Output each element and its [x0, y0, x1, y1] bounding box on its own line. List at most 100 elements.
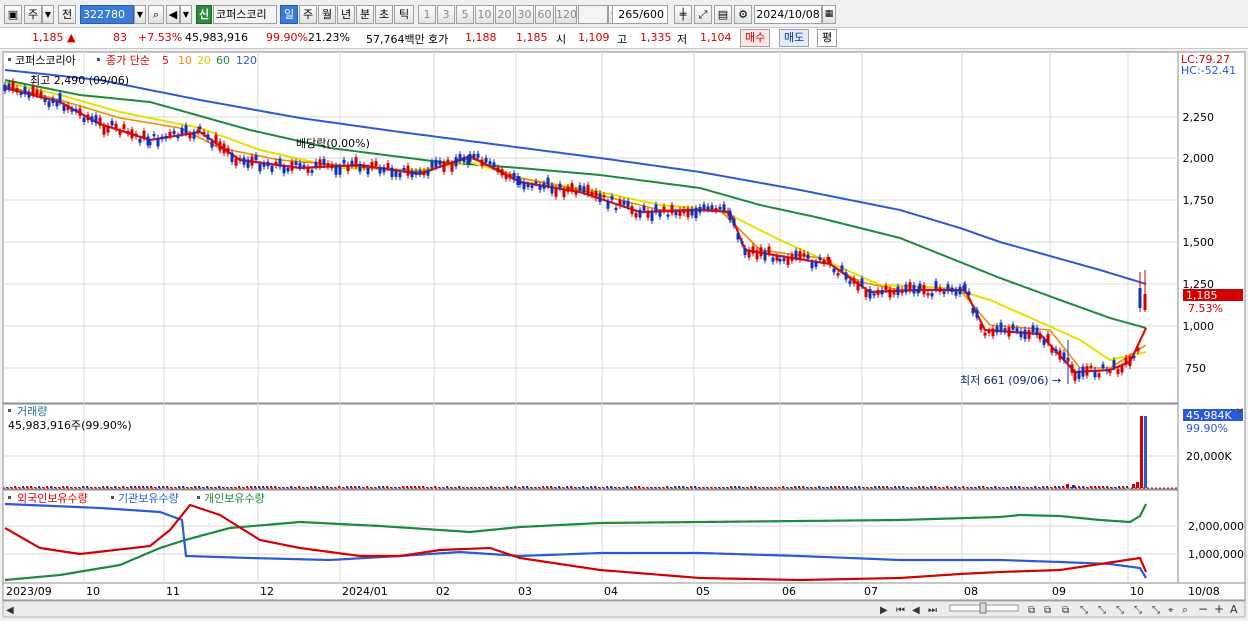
sell-button[interactable]: 매도: [779, 29, 810, 47]
interval-3[interactable]: 3: [437, 5, 455, 24]
auto-scale-icon[interactable]: A: [1230, 603, 1238, 616]
panel-close-icon[interactable]: ✕: [1236, 407, 1244, 417]
stock-chart[interactable]: 코퍼스코리아 종가 단순 5 10 20 60 120 최고 2,490 (09…: [0, 50, 1248, 621]
indicator-icon[interactable]: ⧉: [1062, 605, 1069, 616]
date-field[interactable]: 2024/10/08: [754, 5, 822, 24]
interval-5[interactable]: 5: [456, 5, 474, 24]
candle-body: [876, 290, 880, 295]
volume-bar: [586, 487, 588, 488]
volume-bar: [210, 487, 212, 488]
period-tab-month[interactable]: 월: [318, 5, 336, 24]
candle-body: [290, 161, 294, 171]
stock-name-field[interactable]: 코퍼스코리: [213, 5, 277, 24]
scroll-start-icon[interactable]: ⏮: [896, 605, 905, 616]
scroll-end-icon[interactable]: ⏭: [928, 605, 937, 616]
draw-tool-icon[interactable]: ⧉: [1044, 605, 1051, 616]
interval-20[interactable]: 20: [495, 5, 514, 24]
volume-bar: [1098, 486, 1100, 488]
interval-60[interactable]: 60: [535, 5, 554, 24]
legend-bullet: [8, 409, 11, 412]
candle-body: [918, 283, 922, 290]
chart-type-icon[interactable]: ⧉: [1028, 605, 1035, 616]
interval-60-label: 60: [537, 8, 552, 21]
interval-custom-input[interactable]: [578, 5, 608, 24]
data-count-field[interactable]: 265/600: [612, 5, 668, 24]
trendline-icon-5[interactable]: ⤡: [1152, 605, 1160, 616]
period-type-select[interactable]: 주: [24, 5, 42, 24]
candle-body: [196, 129, 200, 133]
zoom-in-icon[interactable]: +: [1214, 602, 1224, 616]
candle-body: [168, 131, 172, 137]
trendline-icon[interactable]: ⤡: [1080, 605, 1088, 616]
evaluate-button[interactable]: 평: [817, 29, 838, 47]
volume-bar: [614, 487, 616, 488]
volume-bar: [530, 487, 532, 488]
candle-body: [814, 261, 818, 267]
candle-body: [550, 185, 554, 194]
window-menu-icon[interactable]: ▣: [4, 5, 22, 24]
volume-bar: [202, 487, 204, 488]
period-tab-week[interactable]: 주: [299, 5, 317, 24]
chart-area[interactable]: 코퍼스코리아 종가 단순 5 10 20 60 120 최고 2,490 (09…: [0, 50, 1248, 621]
volume-bar: [274, 486, 276, 488]
gear-icon[interactable]: ⚙: [734, 5, 752, 24]
speaker-icon[interactable]: ◀: [166, 5, 180, 24]
volume-bar: [914, 487, 916, 488]
scrollbar[interactable]: [2, 600, 1246, 618]
period-tab-year[interactable]: 년: [337, 5, 355, 24]
save-icon[interactable]: ▤: [714, 5, 732, 24]
candle-body: [694, 208, 698, 218]
candle-body: [402, 167, 406, 171]
volume-bar: [494, 487, 496, 488]
period-tab-tick[interactable]: 틱: [394, 5, 414, 24]
zoom-icon[interactable]: ⌕: [1182, 603, 1188, 616]
volume-bar: [18, 487, 20, 488]
volume-bar: [642, 487, 644, 488]
volume-bar: [858, 486, 860, 488]
scroll-left-icon[interactable]: ◀: [6, 605, 14, 616]
volume-bar: [738, 486, 740, 488]
volume-bar: [326, 486, 328, 488]
scroll-right-icon[interactable]: ▶: [880, 605, 888, 616]
search-icon[interactable]: ⌕: [148, 5, 164, 24]
cross-icon[interactable]: ⌖: [1168, 605, 1174, 616]
stock-code-dropdown-icon[interactable]: ▼: [134, 5, 146, 24]
current-pct-tag: 7.53%: [1188, 302, 1223, 315]
trendline-icon-2[interactable]: ⤡: [1098, 605, 1106, 616]
zoom-slider-handle[interactable]: [979, 602, 987, 614]
interval-1[interactable]: 1: [418, 5, 436, 24]
period-tab-second[interactable]: 초: [375, 5, 393, 24]
volume-panel[interactable]: [2, 403, 1179, 490]
trendline-icon-3[interactable]: ⤡: [1116, 605, 1124, 616]
period-tab-minute[interactable]: 분: [356, 5, 374, 24]
legend-bullet: [111, 496, 114, 499]
prev-button[interactable]: 전: [58, 5, 76, 24]
volume-bar: [174, 487, 176, 488]
calendar-icon[interactable]: ▦: [822, 5, 836, 24]
zoom-out-icon[interactable]: −: [1198, 602, 1208, 616]
candle-body: [818, 257, 822, 261]
volume-bar: [650, 487, 652, 488]
period-type-dropdown-icon[interactable]: ▼: [42, 5, 54, 24]
candle-type-icon[interactable]: ╪: [674, 5, 692, 24]
volume-bar: [710, 487, 712, 488]
price-panel[interactable]: [2, 51, 1179, 404]
candle-body: [246, 159, 250, 168]
volume-tag-value: 45,984K: [1186, 409, 1232, 422]
interval-10[interactable]: 10: [475, 5, 494, 24]
trendline-icon-4[interactable]: ⤡: [1134, 605, 1142, 616]
candle-body: [242, 157, 246, 165]
scroll-prev-icon[interactable]: ◀: [912, 605, 920, 616]
volume-bar: [850, 487, 852, 488]
speaker-dropdown-icon[interactable]: ▼: [180, 5, 192, 24]
stock-code-input[interactable]: 322780: [80, 5, 134, 24]
interval-120[interactable]: 120: [555, 5, 577, 24]
line-tool-icon[interactable]: ⤢: [694, 5, 712, 24]
volume-bar: [298, 486, 300, 488]
volume-bar: [578, 487, 580, 488]
buy-button[interactable]: 매수: [740, 29, 771, 47]
volume-bar: [766, 487, 768, 488]
interval-30[interactable]: 30: [515, 5, 534, 24]
candle-body: [678, 209, 682, 216]
period-tab-day[interactable]: 일: [280, 5, 298, 24]
